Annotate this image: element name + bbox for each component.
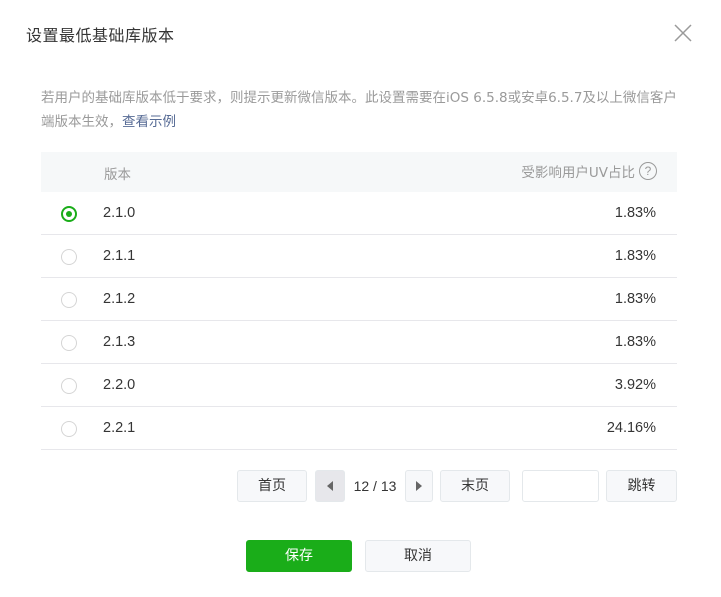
first-page-button[interactable]: 首页: [237, 470, 307, 502]
radio-button[interactable]: [61, 421, 77, 437]
table-row[interactable]: 2.2.0 3.92%: [41, 364, 677, 407]
table-row[interactable]: 2.1.2 1.83%: [41, 278, 677, 321]
row-version: 2.1.0: [103, 205, 136, 221]
table-row[interactable]: 2.1.0 1.83%: [41, 192, 677, 235]
row-version: 2.2.1: [103, 420, 136, 436]
radio-button[interactable]: [61, 249, 77, 265]
version-table: 版本 受影响用户UV占比 ? 2.1.0 1.83% 2.1.1 1.83% 2…: [41, 152, 677, 450]
header-version: 版本: [104, 167, 131, 183]
row-uv: 1.83%: [614, 248, 656, 264]
header-uv-label: 受影响用户UV占比: [521, 165, 635, 181]
save-button[interactable]: 保存: [246, 540, 352, 572]
row-uv: 1.83%: [614, 291, 656, 307]
radio-button[interactable]: [61, 335, 77, 351]
min-base-library-dialog: 设置最低基础库版本 若用户的基础库版本低于要求，则提示更新微信版本。此设置需要在…: [0, 0, 721, 597]
row-version: 2.2.0: [103, 377, 136, 393]
radio-button[interactable]: [61, 292, 77, 308]
dialog-description: 若用户的基础库版本低于要求，则提示更新微信版本。此设置需要在iOS 6.5.8或…: [41, 86, 681, 134]
last-page-button[interactable]: 末页: [440, 470, 510, 502]
radio-button[interactable]: [61, 378, 77, 394]
header-uv: 受影响用户UV占比 ?: [521, 161, 657, 181]
prev-page-button[interactable]: [315, 470, 345, 502]
row-version: 2.1.1: [103, 248, 136, 264]
close-icon[interactable]: [670, 20, 696, 46]
row-version: 2.1.3: [103, 334, 136, 350]
table-header: 版本 受影响用户UV占比 ?: [41, 152, 677, 192]
jump-button[interactable]: 跳转: [606, 470, 677, 502]
page-indicator: 12 / 13: [353, 478, 397, 494]
row-uv: 1.83%: [614, 205, 656, 221]
next-page-button[interactable]: [405, 470, 433, 502]
row-version: 2.1.2: [103, 291, 136, 307]
table-row[interactable]: 2.1.1 1.83%: [41, 235, 677, 278]
cancel-button[interactable]: 取消: [365, 540, 471, 572]
row-uv: 3.92%: [614, 377, 656, 393]
radio-button[interactable]: [61, 206, 77, 222]
help-icon[interactable]: ?: [639, 162, 657, 180]
chevron-right-icon: [416, 481, 422, 491]
table-row[interactable]: 2.1.3 1.83%: [41, 321, 677, 364]
example-link[interactable]: 查看示例: [122, 114, 176, 130]
row-uv: 1.83%: [614, 334, 656, 350]
jump-page-input[interactable]: [522, 470, 599, 502]
dialog-title: 设置最低基础库版本: [26, 26, 175, 45]
table-row[interactable]: 2.2.1 24.16%: [41, 407, 677, 450]
row-uv: 24.16%: [606, 420, 656, 436]
chevron-left-icon: [327, 481, 333, 491]
